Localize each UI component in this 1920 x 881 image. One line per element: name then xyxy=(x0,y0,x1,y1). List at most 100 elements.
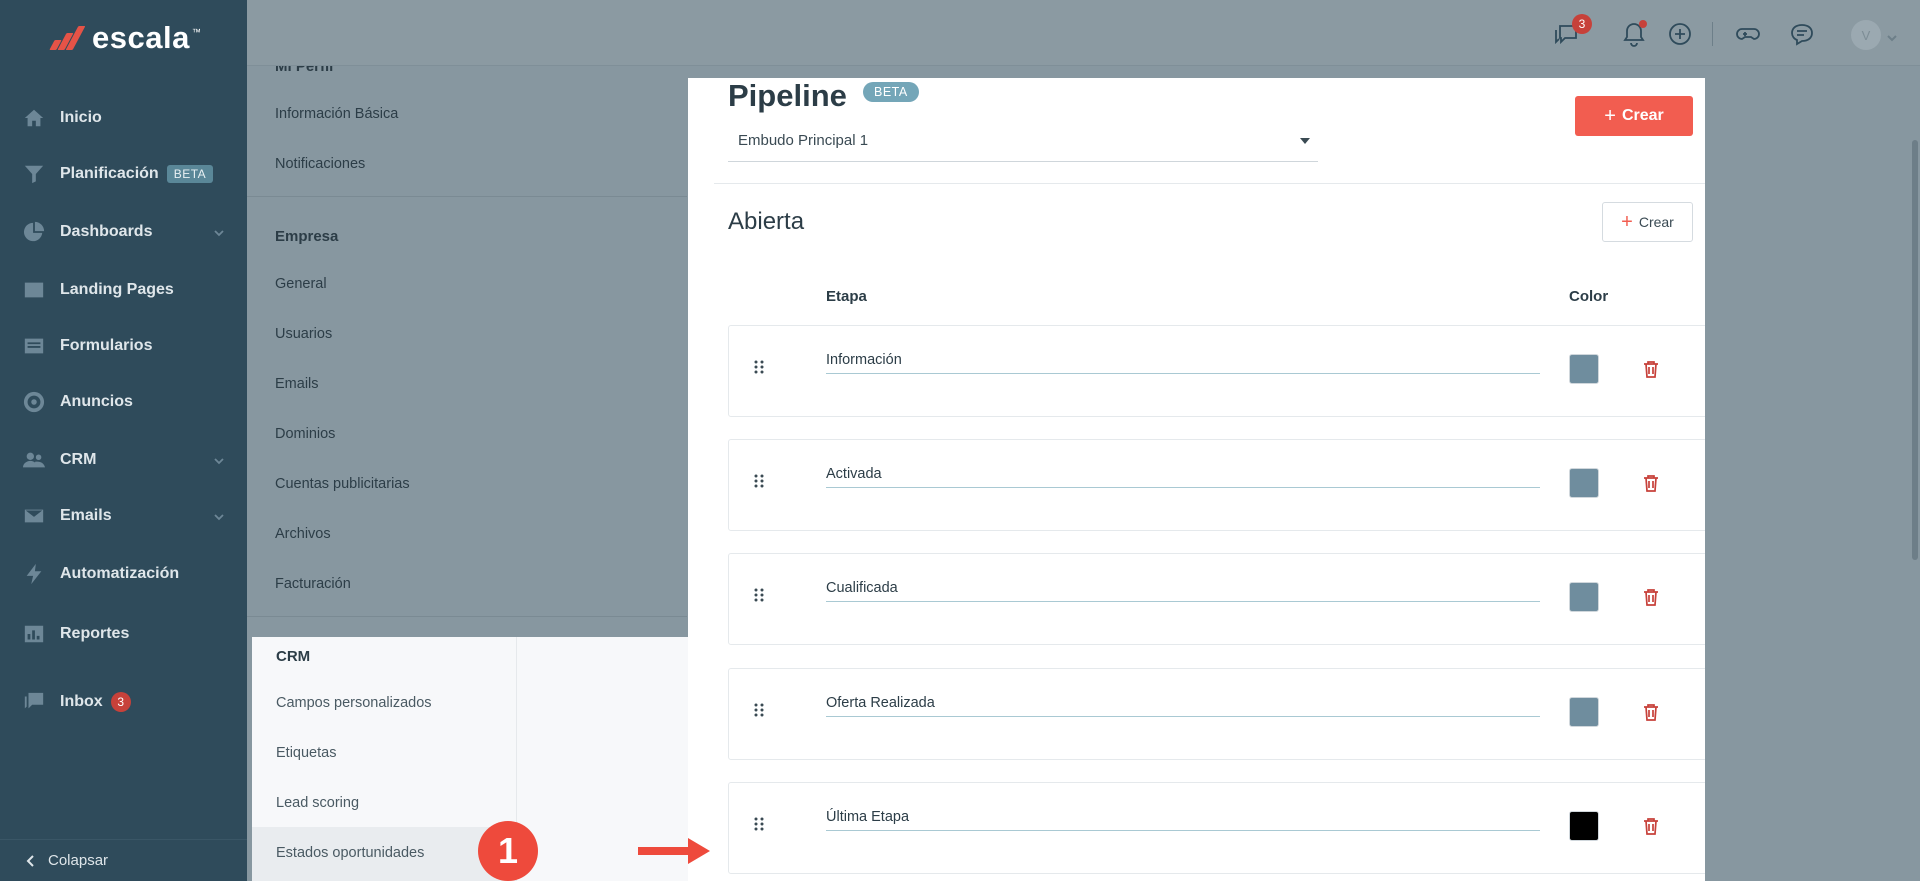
lightning-icon xyxy=(22,562,46,586)
chevron-down-icon xyxy=(213,226,225,238)
trash-icon[interactable] xyxy=(1643,817,1659,835)
stage-name-input[interactable]: Activada xyxy=(826,466,1540,488)
menu-link-opportunity-states[interactable]: Estados oportunidades xyxy=(276,845,424,861)
beta-badge: BETA xyxy=(166,165,214,183)
crm-settings-panel: CRM Campos personalizados Etiquetas Lead… xyxy=(252,637,688,881)
trash-icon[interactable] xyxy=(1643,703,1659,721)
sidebar-item-automatizacion[interactable]: Automatización xyxy=(0,554,247,594)
sidebar-item-reportes[interactable]: Reportes xyxy=(0,614,247,654)
color-swatch[interactable] xyxy=(1569,697,1599,727)
stage-name-input[interactable]: Última Etapa xyxy=(826,809,1540,831)
menu-divider xyxy=(247,196,687,197)
sidebar: escala ™ Inicio Planificación BETA Dashb… xyxy=(0,0,247,881)
sidebar-item-label: Planificación xyxy=(60,165,159,182)
drag-handle-icon[interactable] xyxy=(754,817,764,831)
color-swatch[interactable] xyxy=(1569,811,1599,841)
sidebar-item-crm[interactable]: CRM xyxy=(0,440,247,480)
menu-link-ad-accounts[interactable]: Cuentas publicitarias xyxy=(275,476,410,492)
sidebar-item-label: Formularios xyxy=(60,337,153,354)
envelope-icon xyxy=(22,504,46,528)
section-title: Abierta xyxy=(728,208,805,235)
menu-link-users[interactable]: Usuarios xyxy=(275,326,332,342)
trash-icon[interactable] xyxy=(1643,474,1659,492)
stage-name-input[interactable]: Información xyxy=(826,352,1540,374)
drag-handle-icon[interactable] xyxy=(754,474,764,488)
arrow-right-icon xyxy=(638,836,710,866)
top-bar: 3 V xyxy=(247,0,1920,66)
games-button[interactable] xyxy=(1734,20,1762,48)
create-stage-button[interactable]: + Crear xyxy=(1602,202,1693,242)
bar-chart-icon xyxy=(22,622,46,646)
menu-link-files[interactable]: Archivos xyxy=(275,526,331,542)
inbox-count-badge: 3 xyxy=(110,692,131,712)
stage-row: Cualificada xyxy=(728,553,1705,645)
logo-mark-icon xyxy=(48,23,86,53)
support-chat-button[interactable] xyxy=(1788,20,1816,48)
stage-row: Activada xyxy=(728,439,1705,531)
trash-icon[interactable] xyxy=(1643,588,1659,606)
user-avatar[interactable]: V xyxy=(1851,20,1881,50)
users-icon xyxy=(22,448,46,472)
sidebar-item-planificacion[interactable]: Planificación BETA xyxy=(0,154,247,194)
sidebar-item-formularios[interactable]: Formularios xyxy=(0,326,247,366)
messages-button[interactable]: 3 xyxy=(1552,14,1592,48)
drag-handle-icon[interactable] xyxy=(754,703,764,717)
menu-link-custom-fields[interactable]: Campos personalizados xyxy=(276,695,432,711)
notifications-button[interactable] xyxy=(1620,20,1648,48)
sidebar-item-emails[interactable]: Emails xyxy=(0,496,247,536)
menu-link-tags[interactable]: Etiquetas xyxy=(276,745,336,761)
notification-dot xyxy=(1639,20,1647,28)
messages-count-badge: 3 xyxy=(1572,14,1592,34)
create-pipeline-button[interactable]: + Crear xyxy=(1575,96,1693,136)
pipeline-card: Pipeline BETA Embudo Principal 1 + Crear… xyxy=(688,78,1705,881)
home-icon xyxy=(22,106,46,130)
chevron-down-icon[interactable] xyxy=(1887,30,1897,42)
sidebar-item-label: CRM xyxy=(60,451,97,468)
escala-logo[interactable]: escala ™ xyxy=(48,20,201,56)
plus-icon: + xyxy=(1604,105,1616,127)
plus-circle-icon xyxy=(1669,23,1691,45)
sidebar-item-label: Emails xyxy=(60,507,112,524)
plus-icon: + xyxy=(1621,211,1633,233)
menu-link-notifications[interactable]: Notificaciones xyxy=(275,156,365,172)
sidebar-item-label: Dashboards xyxy=(60,223,153,240)
column-header-stage: Etapa xyxy=(826,288,867,305)
drag-handle-icon[interactable] xyxy=(754,360,764,374)
menu-link-domains[interactable]: Dominios xyxy=(275,426,335,442)
pie-chart-icon xyxy=(22,220,46,244)
stage-name-input[interactable]: Oferta Realizada xyxy=(826,695,1540,717)
chevron-down-icon xyxy=(213,454,225,466)
sidebar-item-anuncios[interactable]: Anuncios xyxy=(0,382,247,422)
logo-text: escala xyxy=(92,20,190,55)
stage-name-input[interactable]: Cualificada xyxy=(826,580,1540,602)
menu-link-basic-info[interactable]: Información Básica xyxy=(275,106,398,122)
topbar-separator xyxy=(1712,22,1713,46)
collapse-sidebar-button[interactable]: Colapsar xyxy=(0,839,247,881)
color-swatch[interactable] xyxy=(1569,354,1599,384)
sidebar-item-dashboards[interactable]: Dashboards xyxy=(0,212,247,252)
pipeline-select[interactable]: Embudo Principal 1 xyxy=(728,120,1318,162)
color-swatch[interactable] xyxy=(1569,468,1599,498)
sidebar-item-inbox[interactable]: Inbox 3 xyxy=(0,682,247,722)
logo-trademark: ™ xyxy=(191,27,201,37)
scrollbar[interactable] xyxy=(1912,140,1918,560)
menu-link-emails[interactable]: Emails xyxy=(275,376,319,392)
caret-down-icon xyxy=(1300,138,1310,144)
drag-handle-icon[interactable] xyxy=(754,588,764,602)
menu-link-general[interactable]: General xyxy=(275,276,327,292)
menu-link-billing[interactable]: Facturación xyxy=(275,576,351,592)
trash-icon[interactable] xyxy=(1643,360,1659,378)
menu-link-lead-scoring[interactable]: Lead scoring xyxy=(276,795,359,811)
chevron-down-icon xyxy=(213,510,225,522)
sidebar-item-label: Inbox xyxy=(60,693,103,710)
step-number-badge: 1 xyxy=(478,821,538,881)
chevron-left-icon xyxy=(26,854,34,867)
menu-head-company: Empresa xyxy=(275,228,339,245)
stage-row: Información xyxy=(728,325,1705,417)
add-button[interactable] xyxy=(1666,20,1694,48)
sidebar-item-landing-pages[interactable]: Landing Pages xyxy=(0,270,247,310)
target-icon xyxy=(22,390,46,414)
sidebar-item-inicio[interactable]: Inicio xyxy=(0,98,247,138)
page-title: Pipeline xyxy=(728,78,847,113)
color-swatch[interactable] xyxy=(1569,582,1599,612)
